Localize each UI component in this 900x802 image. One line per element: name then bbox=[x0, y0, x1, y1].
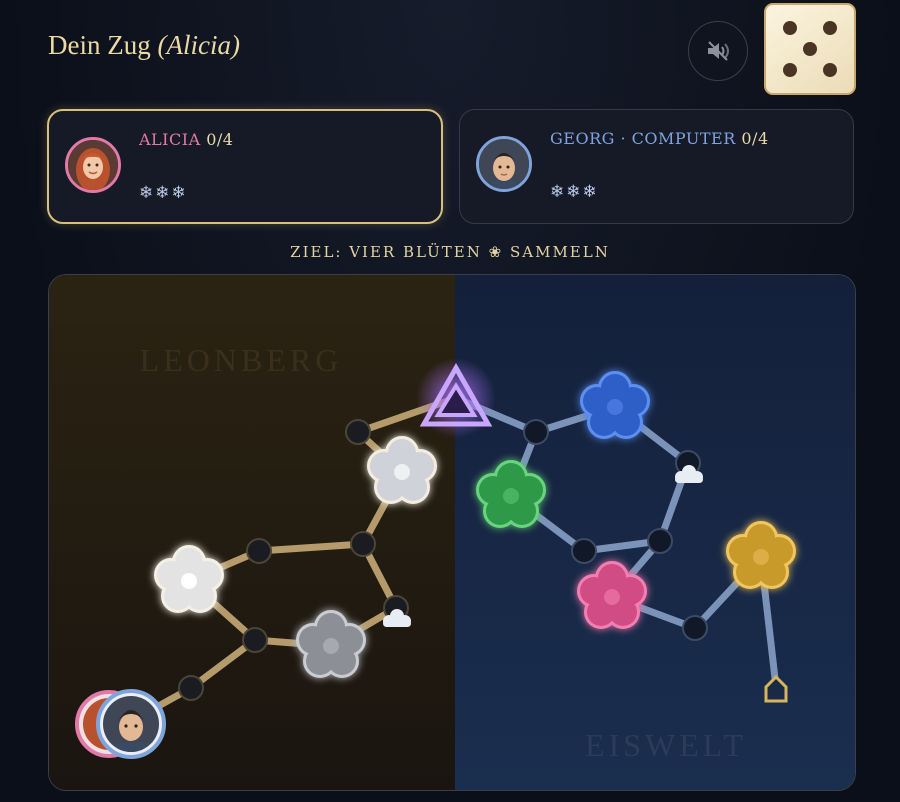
game-board: LEONBERG EISWELT bbox=[48, 274, 856, 791]
board-node[interactable] bbox=[246, 538, 272, 564]
dice-pip bbox=[823, 63, 837, 77]
page-title: Dein Zug (Alicia) bbox=[48, 30, 240, 61]
snowflake-counter: ❄❄❄ bbox=[550, 182, 599, 202]
avatar bbox=[65, 137, 121, 193]
board-node[interactable] bbox=[345, 419, 371, 445]
speaker-muted-icon bbox=[708, 41, 729, 61]
board-node[interactable] bbox=[242, 627, 268, 653]
turn-label: Dein Zug bbox=[48, 30, 151, 60]
dice-pip bbox=[823, 21, 837, 35]
player-score: 0/4 bbox=[741, 129, 769, 148]
dice-pip bbox=[803, 42, 817, 56]
player-card-alicia: ALICIA 0/4 ❄❄❄ bbox=[47, 109, 443, 224]
avatar bbox=[476, 136, 532, 192]
player-score: 0/4 bbox=[206, 130, 234, 149]
player-name-row: GEORG · COMPUTER 0/4 bbox=[550, 129, 769, 148]
player-name: GEORG · COMPUTER bbox=[550, 129, 736, 148]
world-label-eiswelt: EISWELT bbox=[585, 727, 747, 763]
snowflake-counter: ❄❄❄ bbox=[139, 183, 188, 203]
dice[interactable] bbox=[764, 3, 856, 95]
goal-text: ZIEL: VIER BLÜTEN ❀ SAMMELN bbox=[290, 243, 610, 261]
board-node[interactable] bbox=[647, 528, 673, 554]
board-node[interactable] bbox=[178, 675, 204, 701]
current-player-name: (Alicia) bbox=[157, 30, 240, 60]
player-card-georg: GEORG · COMPUTER 0/4 ❄❄❄ bbox=[459, 109, 854, 224]
board-node[interactable] bbox=[523, 419, 549, 445]
board-node[interactable] bbox=[350, 531, 376, 557]
player-token-georg bbox=[96, 689, 166, 759]
board-node[interactable] bbox=[571, 538, 597, 564]
dice-pip bbox=[783, 63, 797, 77]
world-label-leonberg: LEONBERG bbox=[140, 342, 343, 378]
dice-pip bbox=[783, 21, 797, 35]
player-name: ALICIA bbox=[139, 130, 201, 149]
board-node[interactable] bbox=[682, 615, 708, 641]
sound-toggle-button[interactable] bbox=[688, 21, 748, 81]
player-name-row: ALICIA 0/4 bbox=[139, 130, 233, 149]
